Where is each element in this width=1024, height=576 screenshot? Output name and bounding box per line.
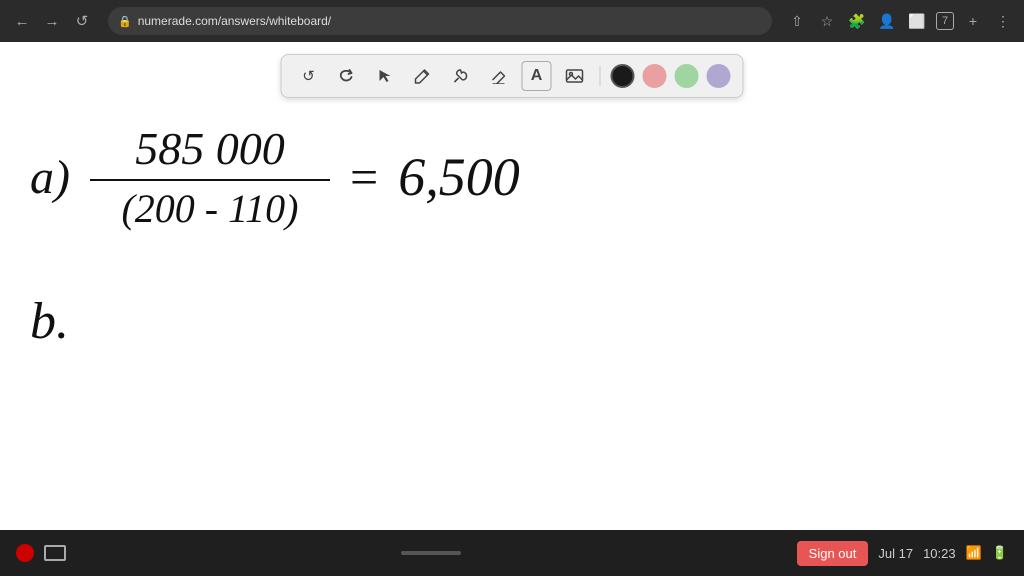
drawing-toolbar: ↺ xyxy=(281,54,744,98)
color-black[interactable] xyxy=(611,64,635,88)
text-tool-button[interactable]: A xyxy=(522,61,552,91)
problem-a-label: a) xyxy=(30,150,70,205)
user-button[interactable]: 👤 xyxy=(876,10,898,32)
toolbar-divider xyxy=(600,66,601,86)
undo-button[interactable]: ↺ xyxy=(294,61,324,91)
color-pink[interactable] xyxy=(643,64,667,88)
star-button[interactable]: ☆ xyxy=(816,10,838,32)
scroll-indicator xyxy=(401,551,461,555)
status-right: Sign out Jul 17 10:23 📶 🔋 xyxy=(797,541,1008,566)
numerator: 585 000 xyxy=(135,122,285,179)
new-tab-button[interactable]: + xyxy=(962,10,984,32)
tab-number-button[interactable]: 7 xyxy=(936,12,954,30)
screen-share-icon xyxy=(44,545,66,561)
address-bar[interactable]: 🔒 numerade.com/answers/whiteboard/ xyxy=(108,7,772,35)
redo-button[interactable] xyxy=(332,61,362,91)
url-text: numerade.com/answers/whiteboard/ xyxy=(138,14,331,28)
time-display: 10:23 xyxy=(923,546,956,561)
color-purple[interactable] xyxy=(707,64,731,88)
window-button[interactable]: ⬜ xyxy=(906,10,928,32)
lock-icon: 🔒 xyxy=(118,15,132,28)
record-indicator xyxy=(16,544,34,562)
browser-actions: ⇧ ☆ 🧩 👤 ⬜ 7 + ⋮ xyxy=(786,10,1014,32)
share-button[interactable]: ⇧ xyxy=(786,10,808,32)
eraser-tool-button[interactable] xyxy=(484,61,514,91)
status-left xyxy=(16,544,66,562)
whiteboard-area: ↺ xyxy=(0,42,1024,530)
problem-b: b. xyxy=(30,292,994,351)
browser-chrome: ← → ↺ 🔒 numerade.com/answers/whiteboard/… xyxy=(0,0,1024,42)
denominator: (200 - 110) xyxy=(121,181,298,232)
wifi-icon: 📶 xyxy=(966,545,982,561)
pen-tool-button[interactable] xyxy=(408,61,438,91)
image-tool-button[interactable] xyxy=(560,61,590,91)
status-center xyxy=(401,551,461,555)
problem-a: a) 585 000 (200 - 110) = 6,500 xyxy=(30,122,994,232)
reload-button[interactable]: ↺ xyxy=(70,9,94,33)
problem-b-label: b. xyxy=(30,293,69,350)
select-tool-button[interactable] xyxy=(370,61,400,91)
status-bar: Sign out Jul 17 10:23 📶 🔋 xyxy=(0,530,1024,576)
forward-button[interactable]: → xyxy=(40,9,64,33)
sign-out-button[interactable]: Sign out xyxy=(797,541,869,566)
equals-sign: = xyxy=(350,148,378,206)
date-display: Jul 17 xyxy=(878,546,913,561)
math-content-area: a) 585 000 (200 - 110) = 6,500 b. xyxy=(30,122,994,351)
extensions-button[interactable]: 🧩 xyxy=(846,10,868,32)
tools-button[interactable] xyxy=(446,61,476,91)
more-button[interactable]: ⋮ xyxy=(992,10,1014,32)
result-value: 6,500 xyxy=(398,146,520,208)
color-green[interactable] xyxy=(675,64,699,88)
fraction-expression: 585 000 (200 - 110) xyxy=(90,122,330,232)
battery-icon: 🔋 xyxy=(992,545,1008,561)
back-button[interactable]: ← xyxy=(10,9,34,33)
